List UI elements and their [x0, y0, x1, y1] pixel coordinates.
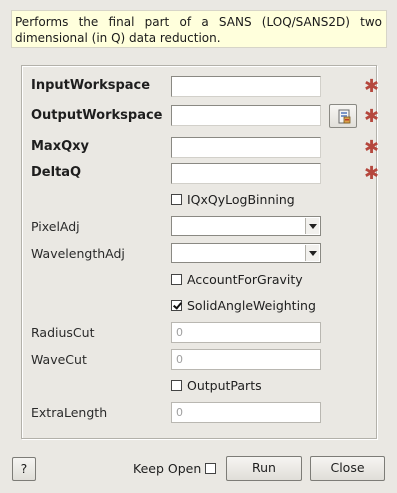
wave-cut-field[interactable]: 0 [171, 349, 321, 370]
iqxqy-log-binning-checkbox[interactable]: IQxQyLogBinning [171, 192, 295, 208]
account-for-gravity-checkbox[interactable]: AccountForGravity [171, 272, 303, 288]
input-workspace-label: InputWorkspace [31, 78, 151, 93]
pixel-adj-dropdown[interactable] [171, 216, 321, 236]
algorithm-description: Performs the final part of a SANS (LOQ/S… [11, 10, 387, 48]
delta-q-field[interactable] [171, 163, 321, 184]
max-qxy-field[interactable] [171, 137, 321, 158]
keep-open-label: Keep Open [133, 461, 202, 476]
run-button[interactable]: Run [226, 456, 302, 481]
keep-open-checkbox[interactable]: Keep Open [133, 461, 217, 476]
iqxqy-log-binning-label: IQxQyLogBinning [187, 192, 295, 207]
required-star-icon: ✱ [364, 137, 380, 158]
radius-cut-label: RadiusCut [31, 325, 95, 340]
workspace-browse-icon [338, 109, 351, 124]
solid-angle-weighting-label: SolidAngleWeighting [187, 298, 316, 313]
radius-cut-field[interactable]: 0 [171, 322, 321, 343]
close-button[interactable]: Close [310, 456, 385, 481]
chevron-down-icon[interactable] [305, 218, 319, 234]
required-star-icon: ✱ [364, 76, 380, 97]
chevron-down-icon[interactable] [305, 245, 319, 261]
output-workspace-field[interactable] [171, 105, 321, 126]
required-star-icon: ✱ [364, 163, 380, 184]
checkbox-box[interactable] [171, 274, 182, 285]
output-parts-checkbox[interactable]: OutputParts [171, 378, 262, 394]
extra-length-label: ExtraLength [31, 405, 108, 420]
pixel-adj-label: PixelAdj [31, 219, 80, 234]
wavelength-adj-dropdown[interactable] [171, 243, 321, 263]
input-workspace-field[interactable] [171, 76, 321, 97]
output-parts-label: OutputParts [187, 378, 262, 393]
wavelength-adj-label: WavelengthAdj [31, 246, 125, 261]
checkbox-box[interactable] [171, 194, 182, 205]
required-star-icon: ✱ [364, 106, 380, 127]
checkbox-box-checked[interactable] [171, 300, 182, 311]
wave-cut-label: WaveCut [31, 352, 87, 367]
workspace-browse-button[interactable] [329, 104, 357, 128]
solid-angle-weighting-checkbox[interactable]: SolidAngleWeighting [171, 298, 316, 314]
checkbox-box[interactable] [205, 463, 217, 474]
delta-q-label: DeltaQ [31, 165, 82, 180]
account-for-gravity-label: AccountForGravity [187, 272, 303, 287]
help-button[interactable]: ? [12, 457, 36, 481]
extra-length-field[interactable]: 0 [171, 402, 321, 423]
output-workspace-label: OutputWorkspace [31, 108, 163, 123]
max-qxy-label: MaxQxy [31, 139, 90, 154]
checkbox-box[interactable] [171, 380, 182, 391]
